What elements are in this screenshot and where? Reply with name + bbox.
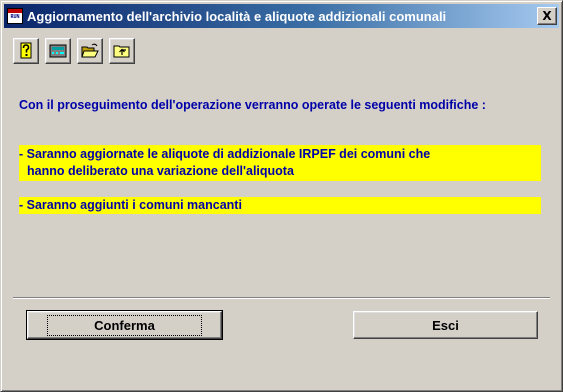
calculator-button[interactable] — [45, 38, 71, 64]
close-icon: X — [542, 9, 552, 23]
window-title: Aggiornamento dell'archivio località e a… — [27, 8, 447, 24]
separator — [13, 297, 550, 299]
change-item-rates-line1: - Saranno aggiornate le aliquote di addi… — [19, 147, 431, 161]
confirm-button[interactable]: Conferma — [26, 310, 223, 340]
intro-message: Con il proseguimento dell'operazione ver… — [19, 98, 486, 112]
help-button[interactable] — [13, 38, 39, 64]
calculator-icon — [49, 44, 67, 58]
app-icon-label: RUN — [10, 14, 20, 20]
exit-button[interactable]: Esci — [353, 311, 538, 339]
change-item-rates-line2: hanno deliberato una variazione dell'ali… — [27, 164, 294, 178]
open-folder-button[interactable] — [77, 38, 103, 64]
confirm-button-label: Conferma — [47, 314, 202, 336]
up-folder-button[interactable] — [109, 38, 135, 64]
change-item-municipalities: - Saranno aggiunti i comuni mancanti — [19, 197, 541, 214]
up-folder-icon — [113, 45, 130, 58]
app-icon[interactable]: RUN — [7, 8, 23, 24]
toolbar — [13, 36, 135, 68]
help-icon — [20, 42, 32, 59]
title-bar[interactable]: RUN Aggiornamento dell'archivio località… — [4, 4, 559, 28]
open-folder-icon — [81, 43, 99, 58]
dialog-window: RUN Aggiornamento dell'archivio località… — [0, 0, 563, 392]
change-item-rates: - Saranno aggiornate le aliquote di addi… — [19, 145, 541, 181]
close-button[interactable]: X — [537, 7, 557, 25]
exit-button-label: Esci — [432, 317, 459, 333]
